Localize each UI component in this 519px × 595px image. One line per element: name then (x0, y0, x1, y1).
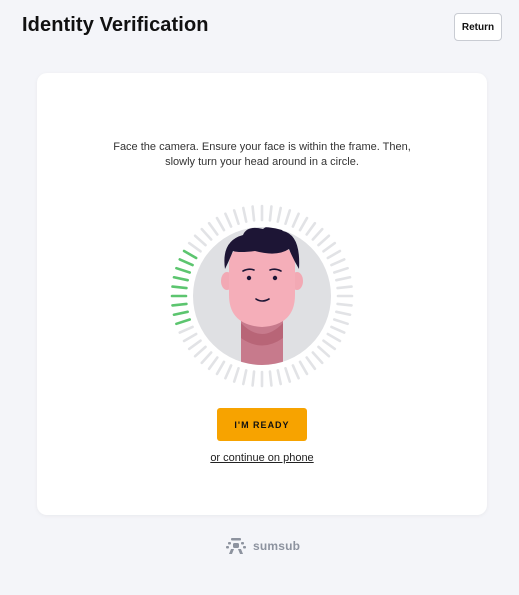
progress-tick (336, 302, 353, 307)
progress-tick (232, 366, 240, 383)
progress-tick (322, 241, 337, 253)
progress-tick (193, 234, 207, 247)
verification-card: Face the camera. Ensure your face is wit… (37, 73, 487, 515)
progress-tick (224, 364, 233, 380)
instruction-line-1: Face the camera. Ensure your face is wit… (113, 141, 411, 153)
progress-tick-complete (182, 249, 198, 260)
progress-tick-complete (171, 302, 188, 307)
progress-tick (268, 370, 273, 387)
progress-tick (335, 275, 352, 282)
progress-tick (284, 366, 292, 383)
progress-tick (291, 212, 300, 228)
progress-tick (215, 216, 226, 232)
brand-name: sumsub (253, 539, 301, 553)
progress-tick-complete (178, 258, 194, 267)
progress-tick (193, 345, 207, 358)
continue-on-phone-link[interactable]: or continue on phone (37, 452, 487, 464)
progress-tick (326, 249, 342, 260)
progress-tick (200, 351, 213, 365)
progress-tick-complete (171, 285, 188, 290)
im-ready-button[interactable]: I'M READY (217, 408, 307, 441)
progress-tick (305, 356, 317, 371)
progress-tick (311, 227, 324, 241)
progress-tick (332, 266, 349, 274)
progress-tick (178, 325, 194, 334)
progress-tick (276, 206, 283, 223)
instruction-line-2: slowly turn your head around in a circle… (165, 156, 359, 168)
progress-tick (207, 356, 219, 371)
progress-tick (232, 209, 240, 226)
progress-tick (276, 369, 283, 386)
progress-tick (311, 351, 324, 365)
progress-tick (251, 205, 256, 222)
progress-tick (200, 227, 213, 241)
progress-tick (241, 369, 248, 386)
progress-tick (187, 339, 202, 351)
progress-tick (215, 360, 226, 376)
progress-tick (298, 216, 309, 232)
progress-tick (317, 234, 331, 247)
face-scan-frame (169, 203, 355, 389)
progress-tick (224, 212, 233, 228)
progress-tick (284, 209, 292, 226)
progress-tick (326, 332, 342, 343)
progress-tick-complete (175, 266, 192, 274)
sumsub-logo-icon (226, 538, 246, 554)
footer-brand: sumsub (224, 537, 300, 555)
progress-tick (330, 325, 346, 334)
progress-tick (291, 364, 300, 380)
progress-tick (187, 241, 202, 253)
progress-tick (298, 360, 309, 376)
progress-tick (317, 345, 331, 358)
progress-tick (251, 370, 256, 387)
progress-tick (335, 310, 352, 317)
face-scan-graphic (170, 204, 354, 388)
progress-tick (322, 339, 337, 351)
progress-tick (330, 258, 346, 267)
progress-tick (268, 205, 273, 222)
progress-tick-complete (175, 318, 192, 326)
progress-tick (241, 206, 248, 223)
instruction-text: Face the camera. Ensure your face is wit… (37, 140, 487, 170)
progress-tick (336, 285, 353, 290)
progress-tick-complete (172, 310, 189, 317)
progress-tick-complete (172, 275, 189, 282)
progress-tick (207, 221, 219, 236)
page-title: Identity Verification (22, 14, 209, 36)
progress-tick (332, 318, 349, 326)
progress-tick (182, 332, 198, 343)
return-button[interactable]: Return (454, 13, 502, 41)
progress-tick (305, 221, 317, 236)
